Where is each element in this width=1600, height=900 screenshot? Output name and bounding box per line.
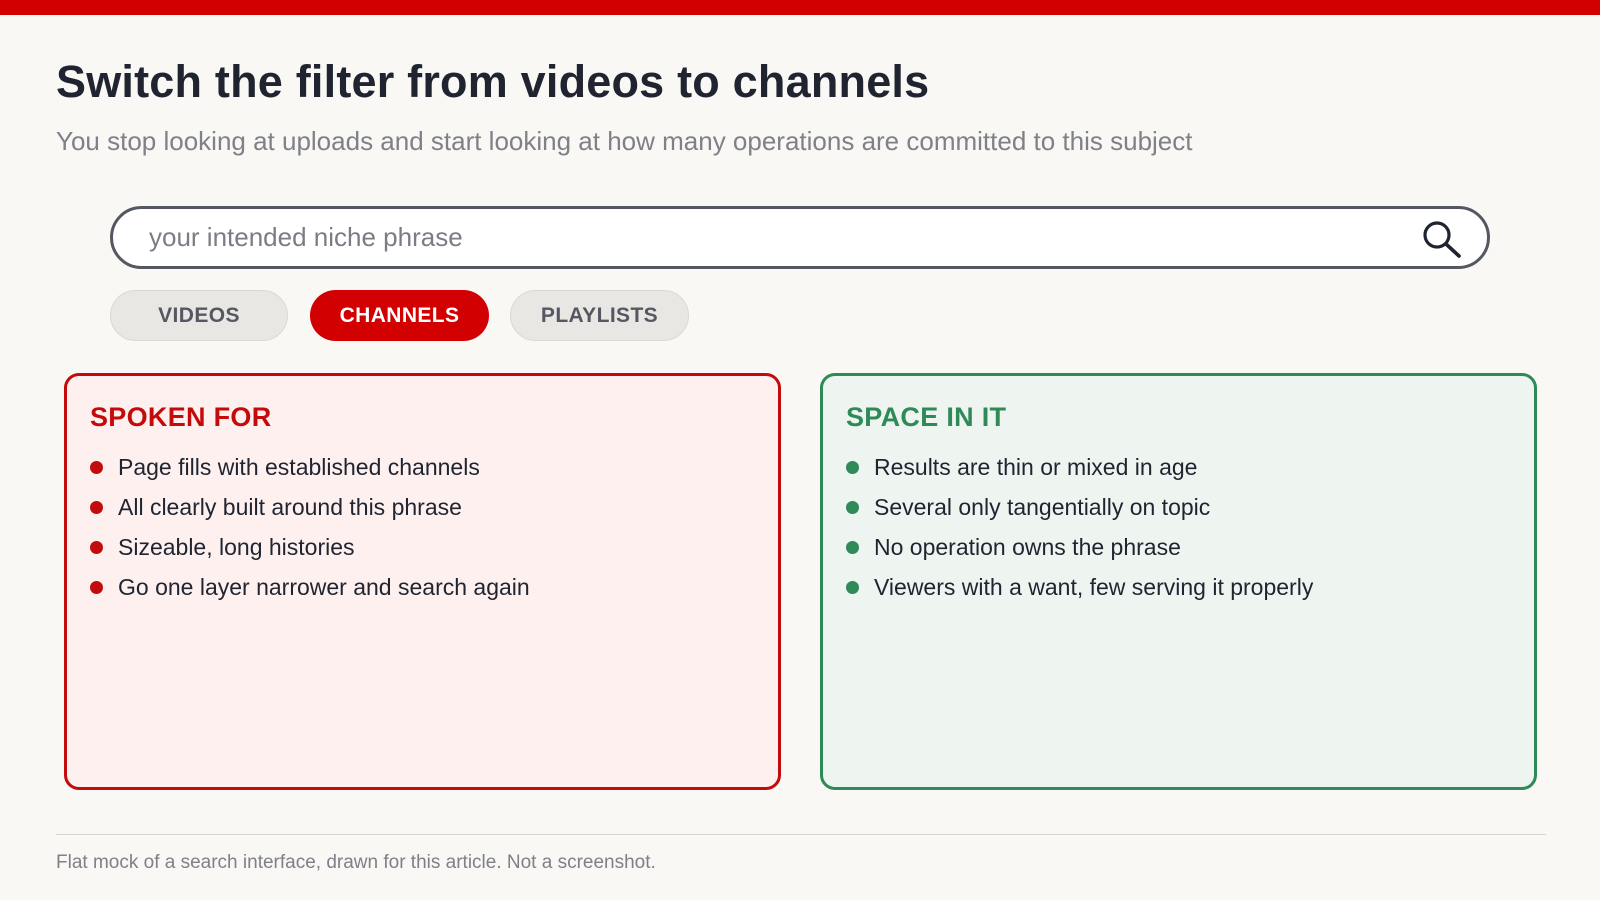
- space-in-it-panel: SPACE IN IT Results are thin or mixed in…: [820, 373, 1537, 790]
- list-item-text: Go one layer narrower and search again: [118, 573, 530, 600]
- list-item-text: No operation owns the phrase: [874, 533, 1181, 560]
- page-title: Switch the filter from videos to channel…: [56, 56, 930, 107]
- list-item-text: Results are thin or mixed in age: [874, 453, 1198, 480]
- list-item: Viewers with a want, few serving it prop…: [846, 567, 1313, 607]
- filter-chip-playlists[interactable]: PLAYLISTS: [510, 290, 689, 341]
- search-icon[interactable]: [1421, 220, 1465, 258]
- bullet-dot-icon: [90, 580, 103, 594]
- spoken-for-title: SPOKEN FOR: [90, 402, 272, 432]
- spoken-for-panel: SPOKEN FOR Page fills with established c…: [64, 373, 781, 790]
- bullet-dot-icon: [90, 500, 103, 514]
- bullet-dot-icon: [90, 460, 103, 474]
- list-item: All clearly built around this phrase: [90, 487, 530, 527]
- footnote: Flat mock of a search interface, drawn f…: [56, 852, 656, 873]
- list-item: No operation owns the phrase: [846, 527, 1313, 567]
- list-item-text: Several only tangentially on topic: [874, 493, 1211, 520]
- bullet-dot-icon: [846, 500, 859, 514]
- list-item: Results are thin or mixed in age: [846, 447, 1313, 487]
- bullet-dot-icon: [90, 540, 103, 554]
- bullet-dot-icon: [846, 580, 859, 594]
- list-item: Several only tangentially on topic: [846, 487, 1313, 527]
- filter-chip-videos[interactable]: VIDEOS: [110, 290, 288, 341]
- filter-chip-channels[interactable]: CHANNELS: [310, 290, 489, 341]
- list-item-text: Page fills with established channels: [118, 453, 480, 480]
- search-bar: [110, 206, 1490, 269]
- list-item-text: Viewers with a want, few serving it prop…: [874, 573, 1314, 600]
- search-input[interactable]: [149, 209, 1379, 266]
- space-in-it-title: SPACE IN IT: [846, 402, 1007, 432]
- footer-divider: [56, 834, 1546, 835]
- spoken-for-list: Page fills with established channels All…: [90, 447, 530, 607]
- page-subtitle: You stop looking at uploads and start lo…: [56, 126, 1193, 156]
- list-item: Sizeable, long histories: [90, 527, 530, 567]
- bullet-dot-icon: [846, 460, 859, 474]
- list-item: Page fills with established channels: [90, 447, 530, 487]
- bullet-dot-icon: [846, 540, 859, 554]
- list-item: Go one layer narrower and search again: [90, 567, 530, 607]
- space-in-it-list: Results are thin or mixed in age Several…: [846, 447, 1313, 607]
- list-item-text: Sizeable, long histories: [118, 533, 355, 560]
- list-item-text: All clearly built around this phrase: [118, 493, 462, 520]
- top-accent-bar: [0, 0, 1600, 15]
